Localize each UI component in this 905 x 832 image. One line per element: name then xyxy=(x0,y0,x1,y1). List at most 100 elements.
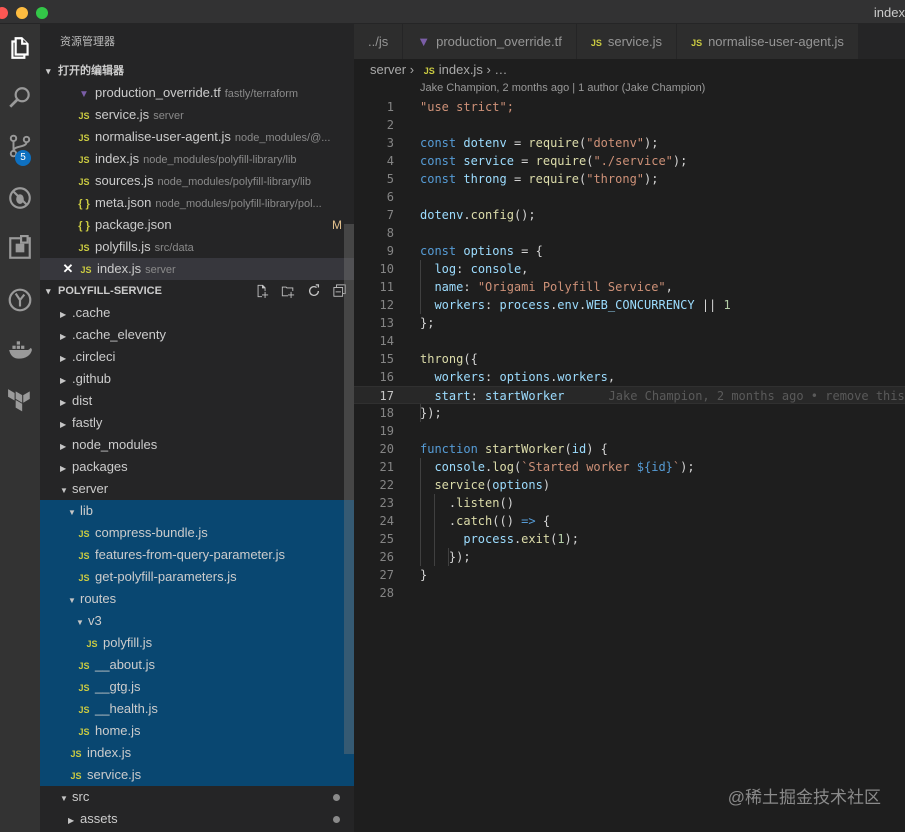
sidebar-scrollbar[interactable] xyxy=(344,224,354,754)
extensions-icon[interactable] xyxy=(0,228,40,268)
breadcrumb-tail[interactable]: › … xyxy=(486,62,507,77)
refresh-icon[interactable] xyxy=(306,283,322,299)
editor-tab[interactable]: ▼ production_override.tf xyxy=(403,24,577,59)
editor-tab[interactable]: JS normalise-user-agent.js xyxy=(677,24,859,59)
tree-item-label: packages xyxy=(72,459,128,474)
status-dot xyxy=(333,816,340,823)
js-icon: JS xyxy=(80,265,92,275)
code-line[interactable]: 9 const options = { xyxy=(354,242,905,260)
tree-file[interactable]: JS get-polyfill-parameters.js xyxy=(40,566,354,588)
minimize-window-button[interactable] xyxy=(16,7,28,19)
js-icon: JS xyxy=(423,66,435,76)
open-editor-item[interactable]: JS index.js node_modules/polyfill-library/… xyxy=(40,148,354,170)
tree-folder[interactable]: ▶ node_modules xyxy=(40,434,354,456)
tree-file[interactable]: JS service.js xyxy=(40,764,354,786)
code-line[interactable]: 13}; xyxy=(354,314,905,332)
tree-folder[interactable]: ▼ lib xyxy=(40,500,354,522)
new-folder-icon[interactable] xyxy=(280,283,296,299)
code-line[interactable]: 28 xyxy=(354,584,905,602)
tree-file[interactable]: JS home.js xyxy=(40,720,354,742)
code-line[interactable]: 1 "use strict"; xyxy=(354,98,905,116)
tree-folder[interactable]: ▶ .github xyxy=(40,368,354,390)
close-icon[interactable]: ✕ xyxy=(60,258,76,280)
files-icon[interactable] xyxy=(0,28,40,68)
tree-item-label: home.js xyxy=(95,723,141,738)
search-icon[interactable] xyxy=(0,78,40,118)
code-line[interactable]: 4 const service = require("./service"); xyxy=(354,152,905,170)
project-header[interactable]: ▾ POLYFILL-SERVICE xyxy=(40,280,354,302)
line-content: const throng = require("throng"); xyxy=(420,172,659,186)
code-line[interactable]: 27} xyxy=(354,566,905,584)
open-editor-item[interactable]: ✕ JS index.js server xyxy=(40,258,354,280)
code-line[interactable]: 5 const throng = require("throng"); xyxy=(354,170,905,188)
tree-folder[interactable]: ▼ routes xyxy=(40,588,354,610)
code-line[interactable]: 6 xyxy=(354,188,905,206)
tree-folder[interactable]: ▶ .circleci xyxy=(40,346,354,368)
tree-folder[interactable]: ▼ server xyxy=(40,478,354,500)
code-line[interactable]: 7 dotenv.config(); xyxy=(354,206,905,224)
docker-icon[interactable] xyxy=(0,330,40,370)
line-content: .catch(() => { xyxy=(420,514,551,528)
editor-tab[interactable]: ../js xyxy=(354,24,404,59)
tree-file[interactable]: JS features-from-query-parameter.js xyxy=(40,544,354,566)
open-editor-item[interactable]: { } meta.json node_modules/polyfill-librar… xyxy=(40,192,354,214)
git-lens-icon[interactable] xyxy=(0,280,40,320)
code-line[interactable]: 14 xyxy=(354,332,905,350)
open-editor-path: node_modules/polyfill-library/lib xyxy=(143,154,297,166)
terraform-icon[interactable] xyxy=(0,380,40,420)
close-window-button[interactable] xyxy=(0,7,8,19)
new-file-icon[interactable] xyxy=(254,283,270,299)
tree-folder[interactable]: ▶ dist xyxy=(40,390,354,412)
open-editor-path: src/data xyxy=(154,242,194,254)
tree-file[interactable]: JS __health.js xyxy=(40,698,354,720)
code-line[interactable]: 8 xyxy=(354,224,905,242)
sidebar-title: 资源管理器 xyxy=(60,36,115,48)
open-editor-item[interactable]: JS polyfills.js src/data xyxy=(40,236,354,258)
code-line[interactable]: 15 throng({ xyxy=(354,350,905,368)
code-line[interactable]: 11 name: "Origami Polyfill Service", xyxy=(354,278,905,296)
code-line[interactable]: 22 service(options) xyxy=(354,476,905,494)
code-line[interactable]: 17 start: startWorker Jake Champion, 2 mo… xyxy=(354,386,905,404)
code-line[interactable]: 20 function startWorker(id) { xyxy=(354,440,905,458)
code-line[interactable]: 2 xyxy=(354,116,905,134)
codelens-blame[interactable]: Jake Champion, 2 months ago | 1 author (… xyxy=(420,82,705,94)
code-line[interactable]: 26 }); xyxy=(354,548,905,566)
open-editor-item[interactable]: JS service.js server xyxy=(40,104,354,126)
code-line[interactable]: 3 const dotenv = require("dotenv"); xyxy=(354,134,905,152)
window-title: index xyxy=(873,5,905,20)
code-line[interactable]: 12 workers: process.env.WEB_CONCURRENCY … xyxy=(354,296,905,314)
editor-tab[interactable]: JS service.js xyxy=(576,24,678,59)
tree-folder[interactable]: ▶ .cache xyxy=(40,302,354,324)
tree-folder[interactable]: ▶ assets xyxy=(40,808,354,830)
tree-folder[interactable]: ▶ .cache_eleventy xyxy=(40,324,354,346)
code-line[interactable]: 21 console.log(`Started worker ${id}`); xyxy=(354,458,905,476)
tree-file[interactable]: JS compress-bundle.js xyxy=(40,522,354,544)
open-editors-header[interactable]: ▾ 打开的编辑器 xyxy=(40,60,354,82)
open-editor-item[interactable]: { } package.json M xyxy=(40,214,354,236)
code-line[interactable]: 18}); xyxy=(354,404,905,422)
open-editor-item[interactable]: JS normalise-user-agent.js node_modules/@.… xyxy=(40,126,354,148)
tree-folder[interactable]: ▶ packages xyxy=(40,456,354,478)
tree-file[interactable]: JS polyfill.js xyxy=(40,632,354,654)
tree-file[interactable]: JS index.js xyxy=(40,742,354,764)
tree-folder[interactable]: ▼ v3 xyxy=(40,610,354,632)
tree-item-label: __gtg.js xyxy=(95,679,141,694)
debug-icon[interactable] xyxy=(0,178,40,218)
open-editor-item[interactable]: JS sources.js node_modules/polyfill-librar… xyxy=(40,170,354,192)
line-number: 28 xyxy=(379,586,394,600)
tree-file[interactable]: JS __gtg.js xyxy=(40,676,354,698)
open-editor-item[interactable]: ▼ production_override.tf fastly/terraform xyxy=(40,82,354,104)
zoom-window-button[interactable] xyxy=(36,7,48,19)
breadcrumb-file[interactable]: index.js xyxy=(439,62,483,77)
code-line[interactable]: 19 xyxy=(354,422,905,440)
breadcrumb-folder[interactable]: server xyxy=(370,62,406,77)
code-line[interactable]: 24 .catch(() => { xyxy=(354,512,905,530)
code-line[interactable]: 25 process.exit(1); xyxy=(354,530,905,548)
tree-folder[interactable]: ▼ src xyxy=(40,786,354,808)
tree-folder[interactable]: ▶ fastly xyxy=(40,412,354,434)
code-line[interactable]: 16 workers: options.workers, xyxy=(354,368,905,386)
code-view[interactable]: 1 "use strict"; 2 3 const dotenv = require("… xyxy=(354,98,905,602)
code-line[interactable]: 10 log: console, xyxy=(354,260,905,278)
code-line[interactable]: 23 .listen() xyxy=(354,494,905,512)
tree-file[interactable]: JS __about.js xyxy=(40,654,354,676)
